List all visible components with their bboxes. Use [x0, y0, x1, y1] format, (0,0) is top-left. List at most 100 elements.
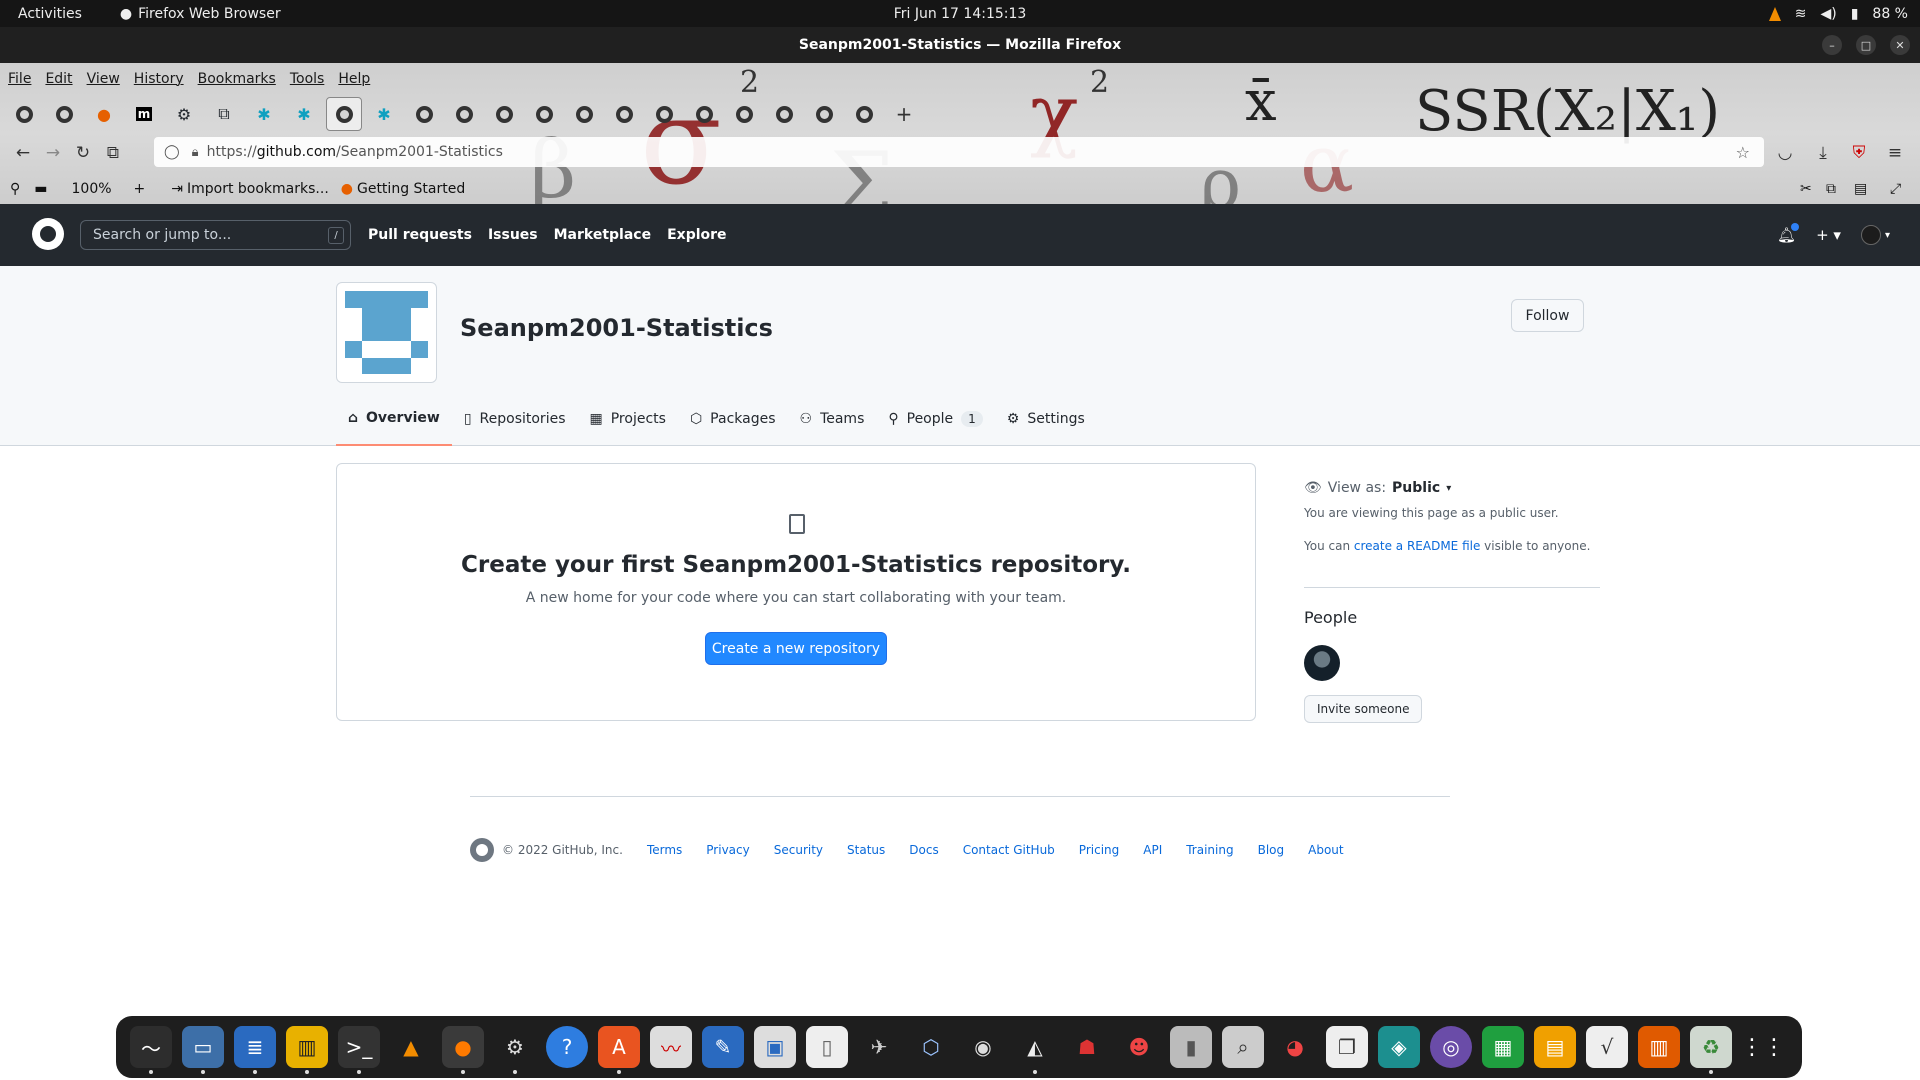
- footer-link-terms[interactable]: Terms: [647, 843, 682, 857]
- footer-link-api[interactable]: API: [1143, 843, 1162, 857]
- tab-teams[interactable]: ⚇ Teams: [788, 392, 877, 446]
- reload-icon[interactable]: ↻: [68, 138, 98, 168]
- footer-link-pricing[interactable]: Pricing: [1079, 843, 1119, 857]
- files-icon[interactable]: ▭: [182, 1026, 224, 1074]
- bookmark-toolbar-icon[interactable]: ⚲: [10, 181, 20, 197]
- lock-icon[interactable]: 🔒︎: [192, 145, 199, 160]
- firefox-icon[interactable]: ●: [442, 1026, 484, 1074]
- nav-explore[interactable]: Explore: [667, 227, 726, 243]
- software-center-icon[interactable]: A: [598, 1026, 640, 1074]
- browser-tab[interactable]: ●: [86, 97, 122, 131]
- ublock-icon[interactable]: ⛨: [1844, 138, 1874, 168]
- notes-icon[interactable]: ▥: [286, 1026, 328, 1074]
- browser-tab[interactable]: ✱: [286, 97, 322, 131]
- game-icon[interactable]: ☗: [1066, 1026, 1108, 1068]
- vlc-tray-icon[interactable]: [1768, 6, 1781, 21]
- invite-someone-button[interactable]: Invite someone: [1304, 695, 1423, 723]
- close-window-button[interactable]: ✕: [1890, 35, 1910, 55]
- browser-tab[interactable]: [766, 97, 802, 131]
- hamburger-menu-icon[interactable]: ≡: [1880, 138, 1910, 168]
- browser-tab[interactable]: [846, 97, 882, 131]
- tor-icon[interactable]: ◎: [1430, 1026, 1472, 1068]
- system-tray[interactable]: ≋ ◀) ▮ 88 %: [1768, 0, 1908, 27]
- tab-packages[interactable]: ⬡ Packages: [678, 392, 788, 446]
- book-icon[interactable]: ❐: [1326, 1026, 1368, 1068]
- nav-marketplace[interactable]: Marketplace: [554, 227, 651, 243]
- app-menu[interactable]: ● Firefox Web Browser: [120, 6, 281, 22]
- menu-tools[interactable]: Tools: [290, 71, 325, 87]
- menu-help[interactable]: Help: [338, 71, 370, 87]
- inkscape-icon[interactable]: ◭: [1014, 1026, 1056, 1074]
- pocket-icon[interactable]: ◡: [1770, 138, 1800, 168]
- bookmark-getting-started[interactable]: Getting Started: [357, 181, 465, 197]
- vlc-icon[interactable]: ▲: [390, 1026, 432, 1068]
- member-avatar[interactable]: [1304, 645, 1340, 681]
- text-editor-icon[interactable]: ✎: [702, 1026, 744, 1068]
- cut-icon[interactable]: ✂: [1800, 181, 1812, 197]
- notifications-bell-icon[interactable]: 🔔︎: [1777, 223, 1800, 244]
- zoom-in-icon[interactable]: +: [134, 181, 146, 197]
- tab-settings[interactable]: ⚙ Settings: [995, 392, 1097, 446]
- writer-icon[interactable]: ≣: [234, 1026, 276, 1074]
- system-monitor-icon[interactable]: 〜: [130, 1026, 172, 1074]
- bookmark-import[interactable]: Import bookmarks...: [187, 181, 329, 197]
- tools-icon[interactable]: ✈: [858, 1026, 900, 1068]
- browser-tab[interactable]: [566, 97, 602, 131]
- extension-toolbar-icon[interactable]: ⧉: [98, 138, 128, 168]
- camera-icon[interactable]: ◉: [962, 1026, 1004, 1068]
- downloads-icon[interactable]: ⤓: [1808, 138, 1838, 168]
- tab-overview[interactable]: ⌂ Overview: [336, 392, 452, 446]
- browser-tab[interactable]: [406, 97, 442, 131]
- activities-button[interactable]: Activities: [18, 6, 82, 22]
- footer-link-training[interactable]: Training: [1186, 843, 1233, 857]
- create-readme-link[interactable]: create a README file: [1354, 539, 1480, 553]
- github-logo-icon[interactable]: [32, 218, 64, 250]
- menu-history[interactable]: History: [134, 71, 184, 87]
- tab-repositories[interactable]: ▯ Repositories: [452, 392, 578, 446]
- tab-projects[interactable]: ▦ Projects: [578, 392, 678, 446]
- document-icon[interactable]: ▯: [806, 1026, 848, 1068]
- zoom-level[interactable]: 100%: [72, 181, 112, 197]
- nav-issues[interactable]: Issues: [488, 227, 538, 243]
- browser-tab[interactable]: [486, 97, 522, 131]
- system-graph-icon[interactable]: 〰: [650, 1026, 692, 1068]
- tab-people[interactable]: ⚲ People 1: [876, 392, 994, 446]
- forward-arrow-icon[interactable]: →: [38, 138, 68, 168]
- mario-icon[interactable]: ☻: [1118, 1026, 1160, 1068]
- browser-tab[interactable]: [446, 97, 482, 131]
- follow-button[interactable]: Follow: [1511, 299, 1584, 332]
- math-icon[interactable]: √: [1586, 1026, 1628, 1068]
- virtualbox-icon[interactable]: ⬡: [910, 1026, 952, 1068]
- image-viewer-icon[interactable]: ⌕: [1222, 1026, 1264, 1068]
- help-icon[interactable]: ?: [546, 1026, 588, 1068]
- search-input[interactable]: Search or jump to... /: [80, 220, 351, 250]
- browser-tab[interactable]: ✱: [366, 97, 402, 131]
- browser-tab[interactable]: [606, 97, 642, 131]
- cube-app-icon[interactable]: ◈: [1378, 1026, 1420, 1068]
- footer-link-security[interactable]: Security: [774, 843, 823, 857]
- menu-view[interactable]: View: [87, 71, 120, 87]
- zoom-out-icon[interactable]: ▬: [34, 181, 47, 197]
- footer-link-status[interactable]: Status: [847, 843, 885, 857]
- maximize-button[interactable]: □: [1856, 35, 1876, 55]
- copy-icon[interactable]: ⧉: [1826, 181, 1836, 197]
- footer-link-about[interactable]: About: [1308, 843, 1343, 857]
- create-repository-button[interactable]: Create a new repository: [705, 632, 887, 665]
- shield-icon[interactable]: ◯: [164, 144, 180, 160]
- browser-tab[interactable]: [646, 97, 682, 131]
- browser-tab[interactable]: ✱: [246, 97, 282, 131]
- nav-pull-requests[interactable]: Pull requests: [368, 227, 472, 243]
- browser-tab[interactable]: [806, 97, 842, 131]
- browser-tab[interactable]: [686, 97, 722, 131]
- fullscreen-icon[interactable]: ⤢: [1890, 181, 1901, 197]
- create-new-menu[interactable]: + ▾: [1816, 226, 1841, 244]
- menu-file[interactable]: File: [8, 71, 31, 87]
- bookmark-star-icon[interactable]: ☆: [1736, 143, 1750, 162]
- footer-link-privacy[interactable]: Privacy: [706, 843, 749, 857]
- footer-link-blog[interactable]: Blog: [1258, 843, 1285, 857]
- github-logo-icon[interactable]: [470, 838, 494, 862]
- impress-icon[interactable]: ▤: [1534, 1026, 1576, 1068]
- new-tab-button[interactable]: +: [886, 97, 922, 131]
- user-menu[interactable]: ▾: [1860, 225, 1890, 245]
- menu-bookmarks[interactable]: Bookmarks: [198, 71, 276, 87]
